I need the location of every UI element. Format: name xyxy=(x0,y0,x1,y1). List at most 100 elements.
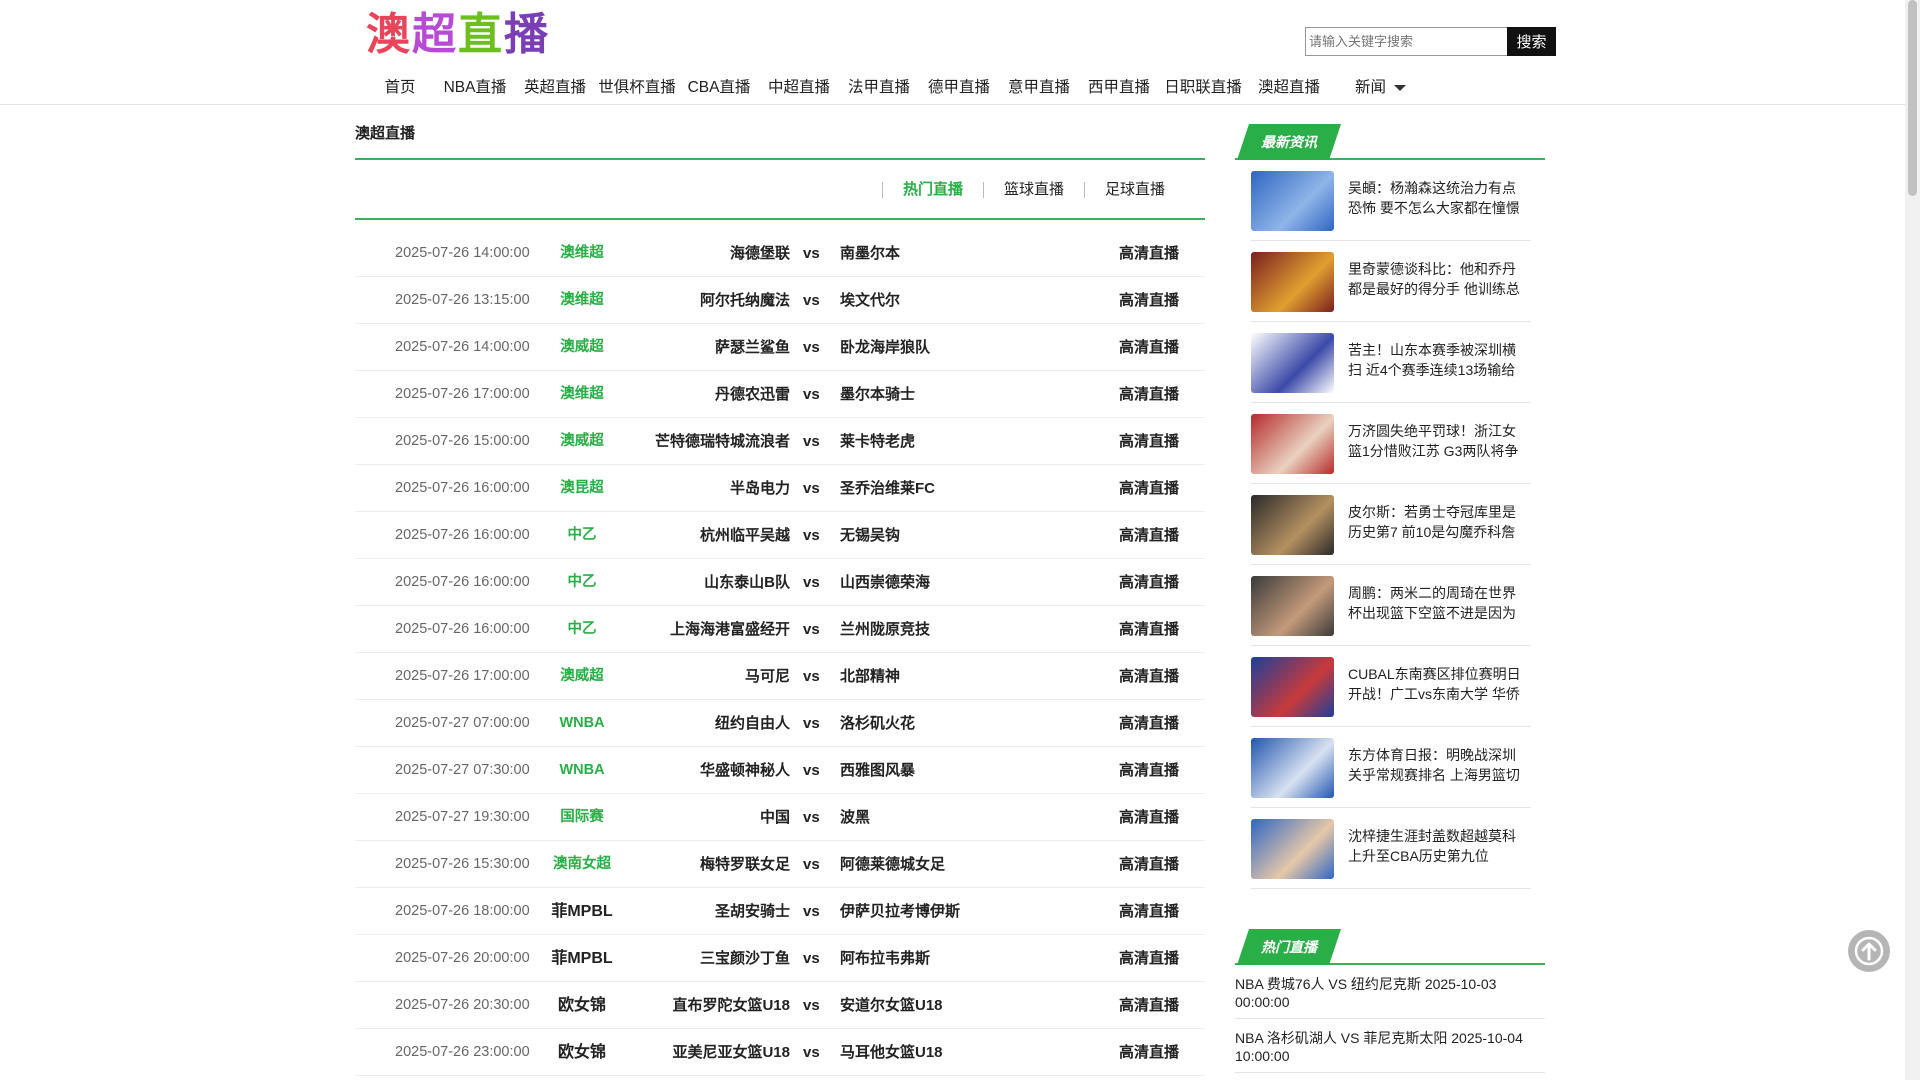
nav-item[interactable]: 法甲直播 xyxy=(839,75,919,97)
away-team[interactable]: 阿德莱德城女足 xyxy=(840,841,945,888)
live-link[interactable]: 高清直播 xyxy=(1119,935,1179,982)
news-headline[interactable]: 万济圆失绝平罚球！浙江女篮1分惜败江苏 G3两队将争 xyxy=(1348,421,1528,461)
tab-football[interactable]: 足球直播 xyxy=(1083,182,1185,198)
live-link[interactable]: 高清直播 xyxy=(1119,371,1179,418)
search-button[interactable]: 搜索 xyxy=(1507,27,1556,56)
home-team[interactable]: 亚美尼亚女篮U18 xyxy=(672,1029,790,1076)
away-team[interactable]: 南墨尔本 xyxy=(840,230,900,277)
match-league[interactable]: 欧女锦 xyxy=(527,982,637,1029)
away-team[interactable]: 无锡吴钩 xyxy=(840,512,900,559)
nav-item[interactable]: 世俱杯直播 xyxy=(595,75,679,97)
search-input[interactable] xyxy=(1305,27,1507,56)
nav-item[interactable]: 意甲直播 xyxy=(999,75,1079,97)
nav-item[interactable]: 日职联直播 xyxy=(1159,75,1247,97)
nav-item[interactable]: 首页 xyxy=(365,75,435,97)
home-team[interactable]: 纽约自由人 xyxy=(715,700,790,747)
scrollbar-thumb[interactable] xyxy=(1908,0,1917,196)
news-thumbnail[interactable] xyxy=(1251,576,1334,636)
hot-live-item[interactable]: NBA 洛杉矶湖人 VS 菲尼克斯太阳 2025-10-04 10:00:00 xyxy=(1235,1019,1545,1073)
match-league[interactable]: 澳维超 xyxy=(527,371,637,418)
nav-item[interactable]: 澳超直播 xyxy=(1247,75,1331,97)
away-team[interactable]: 卧龙海岸狼队 xyxy=(840,324,930,371)
home-team[interactable]: 上海海港富盛经开 xyxy=(670,606,790,653)
away-team[interactable]: 伊萨贝拉考博伊斯 xyxy=(840,888,960,935)
away-team[interactable]: 山西崇德荣海 xyxy=(840,559,930,606)
match-league[interactable]: 中乙 xyxy=(527,606,637,653)
match-league[interactable]: WNBA xyxy=(527,747,637,794)
match-league[interactable]: 澳维超 xyxy=(527,277,637,324)
nav-item[interactable]: 德甲直播 xyxy=(919,75,999,97)
live-link[interactable]: 高清直播 xyxy=(1119,324,1179,371)
live-link[interactable]: 高清直播 xyxy=(1119,559,1179,606)
home-team[interactable]: 山东泰山B队 xyxy=(704,559,790,606)
match-league[interactable]: 澳维超 xyxy=(527,230,637,277)
news-headline[interactable]: 里奇蒙德谈科比：他和乔丹都是最好的得分手 他训练总 xyxy=(1348,259,1528,299)
nav-item[interactable]: NBA直播 xyxy=(435,75,515,97)
home-team[interactable]: 马可尼 xyxy=(745,653,790,700)
news-item[interactable]: 周鹏：两米二的周琦在世界杯出现篮下空篮不进是因为 xyxy=(1251,565,1531,646)
away-team[interactable]: 北部精神 xyxy=(840,653,900,700)
match-league[interactable]: 中乙 xyxy=(527,559,637,606)
home-team[interactable]: 丹德农迅雷 xyxy=(715,371,790,418)
live-link[interactable]: 高清直播 xyxy=(1119,700,1179,747)
news-thumbnail[interactable] xyxy=(1251,171,1334,231)
page-scrollbar[interactable] xyxy=(1905,0,1920,1080)
match-league[interactable]: WNBA xyxy=(527,700,637,747)
live-link[interactable]: 高清直播 xyxy=(1119,1029,1179,1076)
away-team[interactable]: 墨尔本骑士 xyxy=(840,371,915,418)
away-team[interactable]: 西雅图风暴 xyxy=(840,747,915,794)
hot-live-item[interactable]: NBA 费城76人 VS 纽约尼克斯 2025-10-03 00:00:00 xyxy=(1235,965,1545,1019)
nav-item[interactable]: 中超直播 xyxy=(759,75,839,97)
match-league[interactable]: 澳威超 xyxy=(527,324,637,371)
news-headline[interactable]: 皮尔斯：若勇士夺冠库里是历史第7 前10是勾魔乔科詹 xyxy=(1348,502,1528,542)
news-item[interactable]: 苦主！山东本赛季被深圳横扫 近4个赛季连续13场输给 xyxy=(1251,322,1531,403)
away-team[interactable]: 马耳他女篮U18 xyxy=(840,1029,943,1076)
home-team[interactable]: 萨瑟兰鲨鱼 xyxy=(715,324,790,371)
live-link[interactable]: 高清直播 xyxy=(1119,230,1179,277)
news-headline[interactable]: CUBAL东南赛区排位赛明日开战！广工vs东南大学 华侨 xyxy=(1348,664,1528,704)
home-team[interactable]: 中国 xyxy=(760,794,790,841)
news-item[interactable]: 里奇蒙德谈科比：他和乔丹都是最好的得分手 他训练总 xyxy=(1251,241,1531,322)
back-to-top-button[interactable] xyxy=(1848,930,1890,972)
news-item[interactable]: 沈梓捷生涯封盖数超越莫科上升至CBA历史第九位 xyxy=(1251,808,1531,889)
live-link[interactable]: 高清直播 xyxy=(1119,512,1179,559)
away-team[interactable]: 阿布拉韦弗斯 xyxy=(840,935,930,982)
match-league[interactable]: 中乙 xyxy=(527,512,637,559)
tab-hot[interactable]: 热门直播 xyxy=(881,182,983,198)
home-team[interactable]: 半岛电力 xyxy=(730,465,790,512)
home-team[interactable]: 三宝颜沙丁鱼 xyxy=(700,935,790,982)
live-link[interactable]: 高清直播 xyxy=(1119,982,1179,1029)
home-team[interactable]: 海德堡联 xyxy=(730,230,790,277)
away-team[interactable]: 兰州陇原竞技 xyxy=(840,606,930,653)
home-team[interactable]: 圣胡安骑士 xyxy=(715,888,790,935)
news-thumbnail[interactable] xyxy=(1251,819,1334,879)
nav-item[interactable]: 英超直播 xyxy=(515,75,595,97)
site-logo[interactable]: 澳超直播 xyxy=(366,10,550,60)
match-league[interactable]: 菲MPBL xyxy=(527,935,637,982)
news-headline[interactable]: 苦主！山东本赛季被深圳横扫 近4个赛季连续13场输给 xyxy=(1348,340,1528,380)
home-team[interactable]: 芒特德瑞特城流浪者 xyxy=(655,418,790,465)
news-thumbnail[interactable] xyxy=(1251,738,1334,798)
news-item[interactable]: 万济圆失绝平罚球！浙江女篮1分惜败江苏 G3两队将争 xyxy=(1251,403,1531,484)
match-league[interactable]: 澳威超 xyxy=(527,418,637,465)
match-league[interactable]: 澳威超 xyxy=(527,653,637,700)
away-team[interactable]: 安道尔女篮U18 xyxy=(840,982,943,1029)
news-headline[interactable]: 东方体育日报：明晚战深圳 关乎常规赛排名 上海男篮切 xyxy=(1348,745,1528,785)
live-link[interactable]: 高清直播 xyxy=(1119,841,1179,888)
nav-item[interactable]: CBA直播 xyxy=(679,75,759,97)
match-league[interactable]: 欧女锦 xyxy=(527,1029,637,1076)
news-thumbnail[interactable] xyxy=(1251,414,1334,474)
nav-item[interactable]: 西甲直播 xyxy=(1079,75,1159,97)
news-item[interactable]: 东方体育日报：明晚战深圳 关乎常规赛排名 上海男篮切 xyxy=(1251,727,1531,808)
hot-live-item[interactable]: NBA 费城76人 VS 纽约尼克斯 2025-10-05 xyxy=(1235,1073,1545,1080)
away-team[interactable]: 波黑 xyxy=(840,794,870,841)
away-team[interactable]: 洛杉矶火花 xyxy=(840,700,915,747)
home-team[interactable]: 华盛顿神秘人 xyxy=(700,747,790,794)
away-team[interactable]: 莱卡特老虎 xyxy=(840,418,915,465)
live-link[interactable]: 高清直播 xyxy=(1119,606,1179,653)
live-link[interactable]: 高清直播 xyxy=(1119,418,1179,465)
live-link[interactable]: 高清直播 xyxy=(1119,277,1179,324)
match-league[interactable]: 澳南女超 xyxy=(527,841,637,888)
home-team[interactable]: 杭州临平吴越 xyxy=(700,512,790,559)
live-link[interactable]: 高清直播 xyxy=(1119,465,1179,512)
